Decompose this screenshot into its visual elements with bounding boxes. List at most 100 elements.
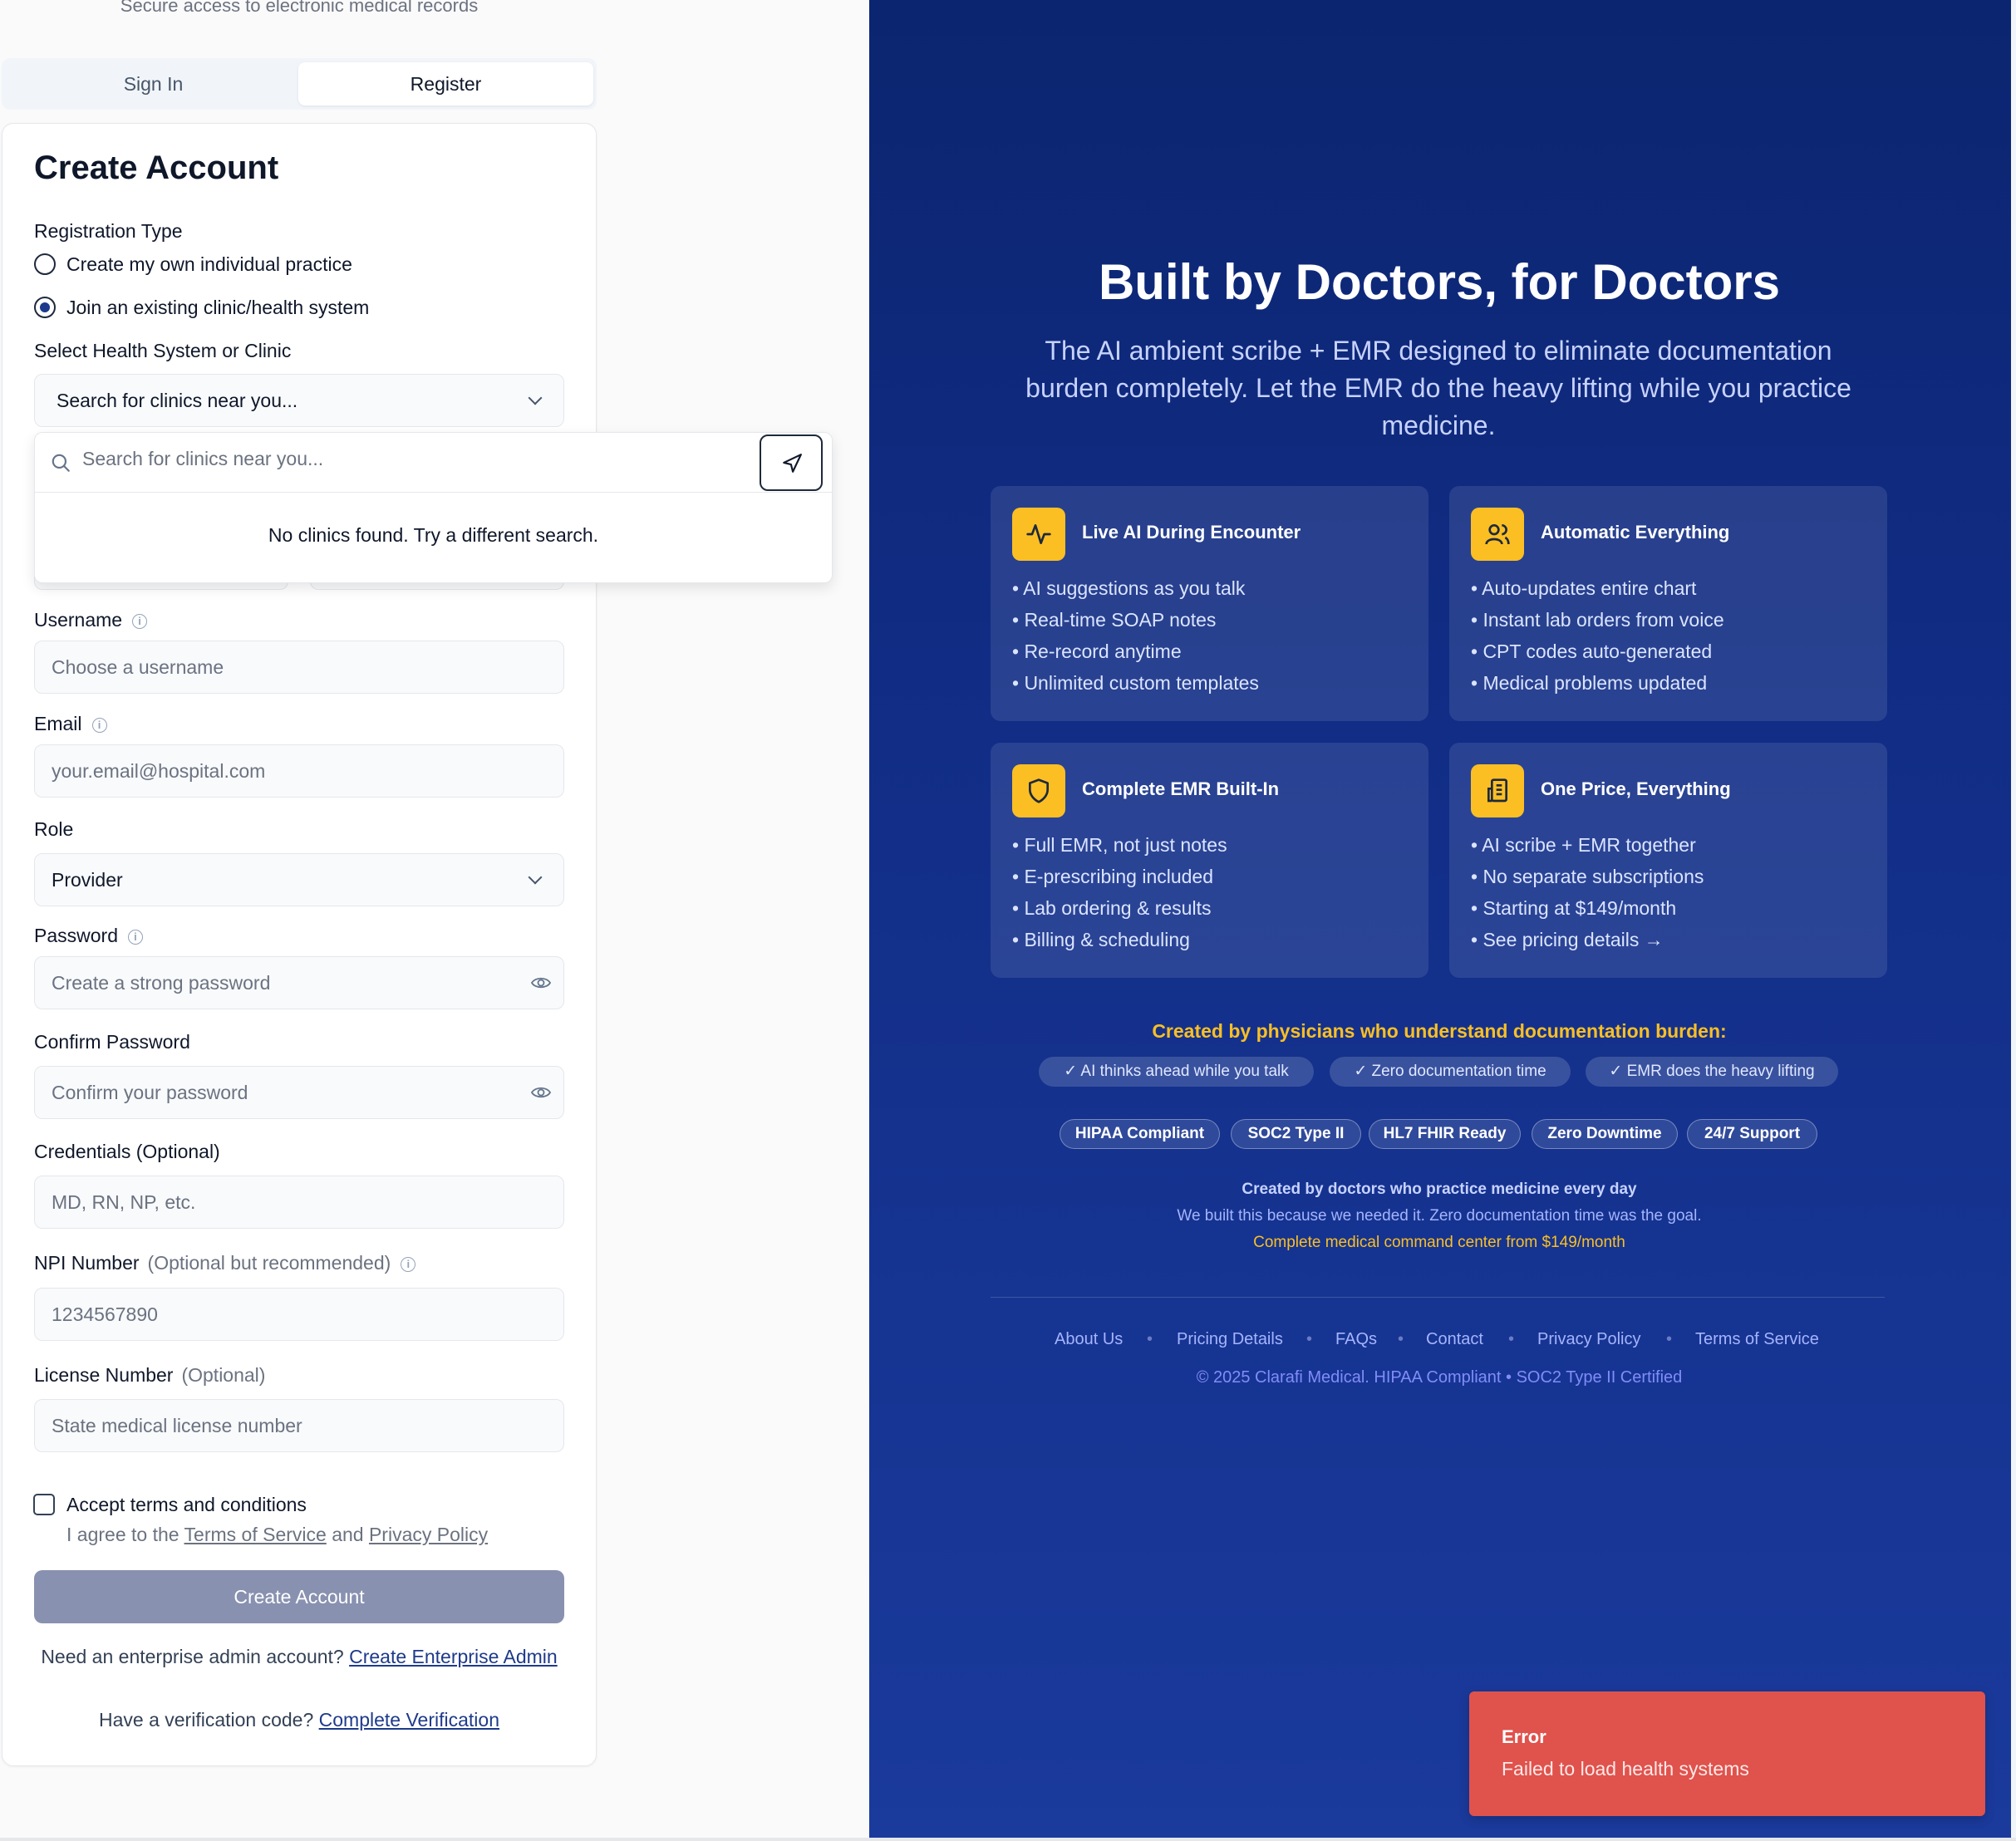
info-icon[interactable]: i bbox=[91, 717, 107, 733]
footer-link-pricing[interactable]: Pricing Details bbox=[1177, 1330, 1283, 1349]
npi-hint: (Optional but recommended) bbox=[147, 1252, 391, 1274]
pill-zero-documentation: ✓ Zero documentation time bbox=[1330, 1057, 1571, 1087]
health-system-select[interactable]: Search for clinics near you... bbox=[34, 374, 564, 427]
footer-link-privacy[interactable]: Privacy Policy bbox=[1537, 1330, 1640, 1349]
copyright: © 2025 Clarafi Medical. HIPAA Compliant … bbox=[1196, 1368, 1683, 1387]
credentials-label: Credentials (Optional) bbox=[34, 1141, 220, 1162]
feature-bullet: • AI suggestions as you talk bbox=[1012, 577, 1246, 599]
confirm-password-input[interactable]: Confirm your password bbox=[34, 1066, 564, 1119]
badge-hl7-fhir: HL7 FHIR Ready bbox=[1369, 1119, 1521, 1149]
use-location-button[interactable] bbox=[760, 434, 823, 491]
feature-bullet: • Starting at $149/month bbox=[1471, 897, 1677, 919]
email-label: Email i bbox=[34, 711, 107, 736]
privacy-policy-link[interactable]: Privacy Policy bbox=[369, 1524, 488, 1545]
pill-emr-heavy-lifting: ✓ EMR does the heavy lifting bbox=[1586, 1057, 1838, 1087]
pill-ai-thinks-ahead: ✓ AI thinks ahead while you talk bbox=[1039, 1057, 1314, 1087]
feature-bullet: • Billing & scheduling bbox=[1012, 929, 1190, 950]
feature-title: Complete EMR Built-In bbox=[1082, 778, 1280, 799]
footer-link-about[interactable]: About Us bbox=[1055, 1330, 1123, 1349]
radio-join-clinic[interactable] bbox=[34, 297, 56, 318]
complete-verification-link[interactable]: Complete Verification bbox=[319, 1709, 499, 1731]
footer-separator: • bbox=[1306, 1330, 1313, 1348]
footer-link-faqs[interactable]: FAQs bbox=[1335, 1330, 1377, 1349]
footer-separator: • bbox=[1508, 1330, 1515, 1348]
toast-title: Error bbox=[1502, 1726, 1546, 1747]
feature-title: Live AI During Encounter bbox=[1082, 522, 1301, 542]
chevron-down-icon bbox=[528, 390, 543, 405]
feature-bullet: • Real-time SOAP notes bbox=[1012, 609, 1217, 631]
badge-zero-downtime: Zero Downtime bbox=[1532, 1119, 1678, 1149]
footer-link-contact[interactable]: Contact bbox=[1426, 1330, 1483, 1349]
terms-label[interactable]: Accept terms and conditions bbox=[66, 1492, 307, 1517]
terms-description: I agree to the Terms of Service and Priv… bbox=[66, 1524, 489, 1545]
license-label: License Number (Optional) bbox=[34, 1364, 266, 1386]
navigation-icon bbox=[783, 454, 802, 473]
toast-message: Failed to load health systems bbox=[1502, 1758, 1749, 1780]
clinic-search-input[interactable]: Search for clinics near you... bbox=[82, 448, 323, 470]
physicians-heading: Created by physicians who understand doc… bbox=[1152, 1020, 1727, 1042]
tab-sign-in[interactable]: Sign In bbox=[6, 62, 301, 106]
price-line: Complete medical command center from $14… bbox=[1253, 1234, 1625, 1251]
radio-individual-label[interactable]: Create my own individual practice bbox=[66, 252, 352, 277]
feature-bullet: • Unlimited custom templates bbox=[1012, 672, 1259, 694]
create-account-button[interactable]: Create Account bbox=[34, 1570, 564, 1623]
enterprise-prompt: Need an enterprise admin account? Create… bbox=[41, 1646, 558, 1667]
see-pricing-link[interactable]: • See pricing details → bbox=[1471, 929, 1664, 951]
tab-register[interactable]: Register bbox=[298, 62, 593, 106]
role-select[interactable]: Provider bbox=[34, 853, 564, 906]
terms-checkbox[interactable] bbox=[33, 1494, 55, 1515]
confirm-password-label: Confirm Password bbox=[34, 1031, 190, 1053]
feature-bullet: • Re-record anytime bbox=[1012, 641, 1182, 662]
clinic-search-popover: Search for clinics near you... No clinic… bbox=[34, 432, 833, 583]
error-toast[interactable]: Error Failed to load health systems bbox=[1469, 1691, 1985, 1816]
terms-of-service-link[interactable]: Terms of Service bbox=[184, 1524, 327, 1545]
feature-bullet: • Medical problems updated bbox=[1471, 672, 1708, 694]
scrollbar[interactable] bbox=[2011, 0, 2016, 1841]
footer-link-terms[interactable]: Terms of Service bbox=[1695, 1330, 1819, 1349]
users-icon bbox=[1471, 508, 1524, 561]
activity-icon bbox=[1012, 508, 1065, 561]
feature-bullet: • Lab ordering & results bbox=[1012, 897, 1212, 919]
search-icon bbox=[52, 454, 70, 472]
eye-icon[interactable] bbox=[530, 974, 552, 992]
footer-separator: • bbox=[1147, 1330, 1153, 1348]
feature-bullet: • Auto-updates entire chart bbox=[1471, 577, 1697, 599]
username-label: Username i bbox=[34, 607, 148, 632]
chevron-down-icon bbox=[528, 870, 543, 885]
hero-subtitle: The AI ambient scribe + EMR designed to … bbox=[1025, 336, 1851, 440]
auth-tabs: Sign In Register bbox=[2, 58, 597, 110]
footer-separator: • bbox=[1398, 1330, 1404, 1348]
npi-input[interactable]: 1234567890 bbox=[34, 1288, 564, 1341]
hero-title: Built by Doctors, for Doctors bbox=[1098, 254, 1781, 310]
confirm-password-placeholder: Confirm your password bbox=[52, 1082, 248, 1103]
clinic-empty-message: No clinics found. Try a different search… bbox=[268, 524, 599, 546]
badge-24-7-support: 24/7 Support bbox=[1687, 1119, 1817, 1149]
horizontal-scrollbar[interactable] bbox=[0, 1838, 2016, 1841]
feature-bullet: • Full EMR, not just notes bbox=[1012, 834, 1227, 856]
info-icon[interactable]: i bbox=[132, 613, 148, 629]
footer-separator: • bbox=[1666, 1330, 1673, 1348]
email-input[interactable]: your.email@hospital.com bbox=[34, 744, 564, 798]
feature-card-one-price: One Price, Everything • AI scribe + EMR … bbox=[1449, 743, 1887, 978]
password-input[interactable]: Create a strong password bbox=[34, 956, 564, 1009]
radio-individual-practice[interactable] bbox=[34, 253, 56, 275]
feature-bullet: • AI scribe + EMR together bbox=[1471, 834, 1696, 856]
username-input[interactable]: Choose a username bbox=[34, 641, 564, 694]
card-title: Create Account bbox=[34, 150, 279, 186]
password-label: Password i bbox=[34, 923, 143, 948]
info-icon[interactable]: i bbox=[127, 929, 143, 945]
credentials-input[interactable]: MD, RN, NP, etc. bbox=[34, 1176, 564, 1229]
eye-icon[interactable] bbox=[530, 1083, 552, 1102]
badge-soc2: SOC2 Type II bbox=[1231, 1119, 1361, 1149]
license-input[interactable]: State medical license number bbox=[34, 1399, 564, 1452]
registration-type-label: Registration Type bbox=[34, 220, 183, 242]
feature-card-complete-emr: Complete EMR Built-In • Full EMR, not ju… bbox=[991, 743, 1428, 978]
feature-card-automatic: Automatic Everything • Auto-updates enti… bbox=[1449, 486, 1887, 721]
create-enterprise-admin-link[interactable]: Create Enterprise Admin bbox=[349, 1646, 558, 1667]
radio-join-label[interactable]: Join an existing clinic/health system bbox=[66, 295, 369, 320]
info-icon[interactable]: i bbox=[401, 1256, 416, 1272]
receipt-icon bbox=[1471, 764, 1524, 817]
health-system-value: Search for clinics near you... bbox=[57, 390, 298, 411]
verification-prompt: Have a verification code? Complete Verif… bbox=[99, 1709, 499, 1731]
license-hint: (Optional) bbox=[181, 1364, 266, 1386]
